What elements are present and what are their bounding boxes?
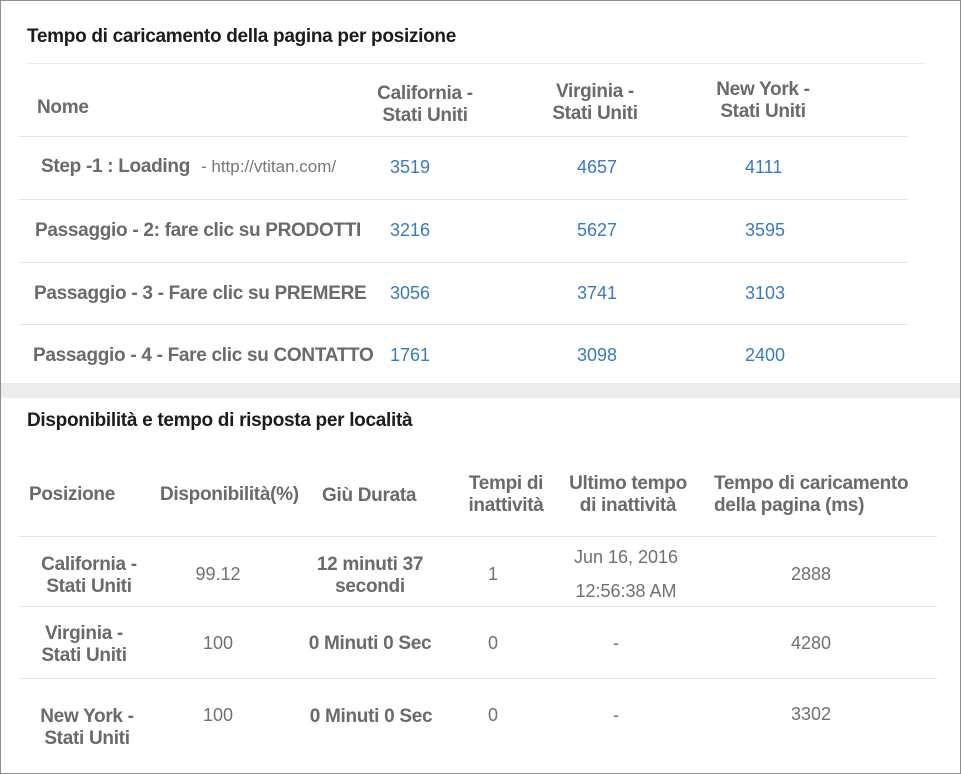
header-availability: Disponibilità(%)	[160, 484, 299, 505]
last-outage-time: 12:56:38 AM	[575, 581, 677, 601]
last-outage-value: -	[613, 705, 619, 725]
page-load-panel: Tempo di caricamento della pagina per po…	[1, 1, 960, 383]
header-california: California - Stati Uniti	[355, 83, 495, 127]
location-line2: Stati Uniti	[41, 645, 127, 666]
header-name: Nome	[37, 97, 89, 118]
header-outages: Tempi di inattività	[456, 473, 556, 517]
value-newyork: 3595	[745, 220, 786, 240]
value-virginia: 4657	[577, 157, 618, 177]
header-downtime: Giù Durata	[322, 485, 417, 506]
load-time-value: 3302	[790, 704, 832, 724]
step-label: Step -1 : Loading	[41, 156, 191, 177]
header-newyork-line1: New York -	[716, 79, 810, 100]
value-california: 3519	[390, 157, 431, 177]
location-line2: Stati Uniti	[46, 576, 132, 597]
load-time-value: 2888	[790, 564, 832, 584]
last-outage-value: -	[613, 633, 619, 653]
value-california: 1761	[390, 345, 431, 365]
step-url: - http://vtitan.com/	[201, 157, 337, 176]
location-line1: California -	[41, 554, 137, 575]
value-newyork: 2400	[745, 345, 786, 365]
title-divider	[27, 63, 925, 64]
value-newyork: 3103	[745, 283, 786, 303]
value-california: 3216	[390, 220, 431, 240]
last-outage-date: Jun 16, 2016	[573, 547, 679, 567]
availability-value: 99.12	[195, 564, 241, 584]
outages-value: 0	[487, 633, 498, 653]
header-california-line2: Stati Uniti	[382, 105, 468, 126]
row-divider	[19, 606, 937, 607]
downtime-value: 0 Minuti 0 Sec	[308, 633, 432, 654]
location-line2: Stati Uniti	[44, 728, 130, 749]
page-load-title: Tempo di caricamento della pagina per po…	[27, 26, 456, 47]
section-divider	[1, 383, 960, 398]
header-newyork-line2: Stati Uniti	[720, 101, 806, 122]
row-divider	[19, 678, 937, 679]
last-outage-value: Jun 16, 2016 12:56:38 AM	[541, 540, 711, 608]
header-outages-line1: Tempi di	[468, 473, 544, 494]
availability-panel: Disponibilità e tempo di risposta per lo…	[1, 398, 960, 773]
row-divider	[19, 136, 908, 137]
header-virginia-line2: Stati Uniti	[552, 103, 638, 124]
location-virginia: Virginia - Stati Uniti	[14, 623, 154, 667]
table-row-label: Step -1 : Loading - http://vtitan.com/	[41, 156, 336, 178]
table-row-label: Passaggio - 2: fare clic su PRODOTTI	[35, 220, 362, 241]
value-virginia: 5627	[577, 220, 618, 240]
value-virginia: 3098	[577, 345, 618, 365]
row-divider	[19, 536, 937, 537]
report-frame: Tempo di caricamento della pagina per po…	[0, 0, 961, 774]
availability-value: 100	[202, 633, 234, 653]
load-time-value: 4280	[790, 633, 832, 653]
row-divider	[19, 262, 908, 263]
header-load-time-line1: Tempo di caricamento	[714, 473, 909, 494]
location-line1: New York -	[40, 706, 134, 727]
header-newyork: New York - Stati Uniti	[693, 79, 833, 123]
header-last-outage: Ultimo tempo di inattività	[553, 473, 703, 517]
value-virginia: 3741	[577, 283, 618, 303]
row-divider	[19, 199, 908, 200]
availability-title: Disponibilità e tempo di risposta per lo…	[27, 410, 413, 431]
header-location: Posizione	[29, 484, 115, 505]
downtime-line2: secondi	[335, 576, 405, 597]
value-california: 3056	[390, 283, 431, 303]
row-divider	[19, 324, 908, 325]
header-outages-line2: inattività	[468, 495, 544, 516]
downtime-value: 12 minuti 37 secondi	[285, 554, 455, 598]
outages-value: 1	[487, 564, 498, 584]
header-load-time: Tempo di caricamento della pagina (ms)	[714, 473, 909, 517]
header-last-outage-line1: Ultimo tempo	[569, 473, 687, 494]
table-row-label: Passaggio - 3 - Fare clic su PREMERE	[34, 283, 367, 304]
location-line1: Virginia -	[45, 623, 123, 644]
header-virginia: Virginia - Stati Uniti	[525, 81, 665, 125]
downtime-line1: 12 minuti 37	[316, 554, 424, 575]
header-virginia-line1: Virginia -	[556, 81, 634, 102]
header-load-time-line2: della pagina (ms)	[714, 495, 865, 516]
location-newyork: New York - Stati Uniti	[17, 706, 157, 750]
header-last-outage-line2: di inattività	[579, 495, 677, 516]
header-california-line1: California -	[377, 83, 473, 104]
outages-value: 0	[487, 705, 498, 725]
value-newyork: 4111	[745, 157, 783, 177]
table-row-label: Passaggio - 4 - Fare clic su CONTATTO	[33, 345, 374, 366]
downtime-value: 0 Minuti 0 Sec	[309, 706, 433, 727]
location-california: California - Stati Uniti	[19, 554, 159, 598]
availability-value: 100	[202, 705, 234, 725]
